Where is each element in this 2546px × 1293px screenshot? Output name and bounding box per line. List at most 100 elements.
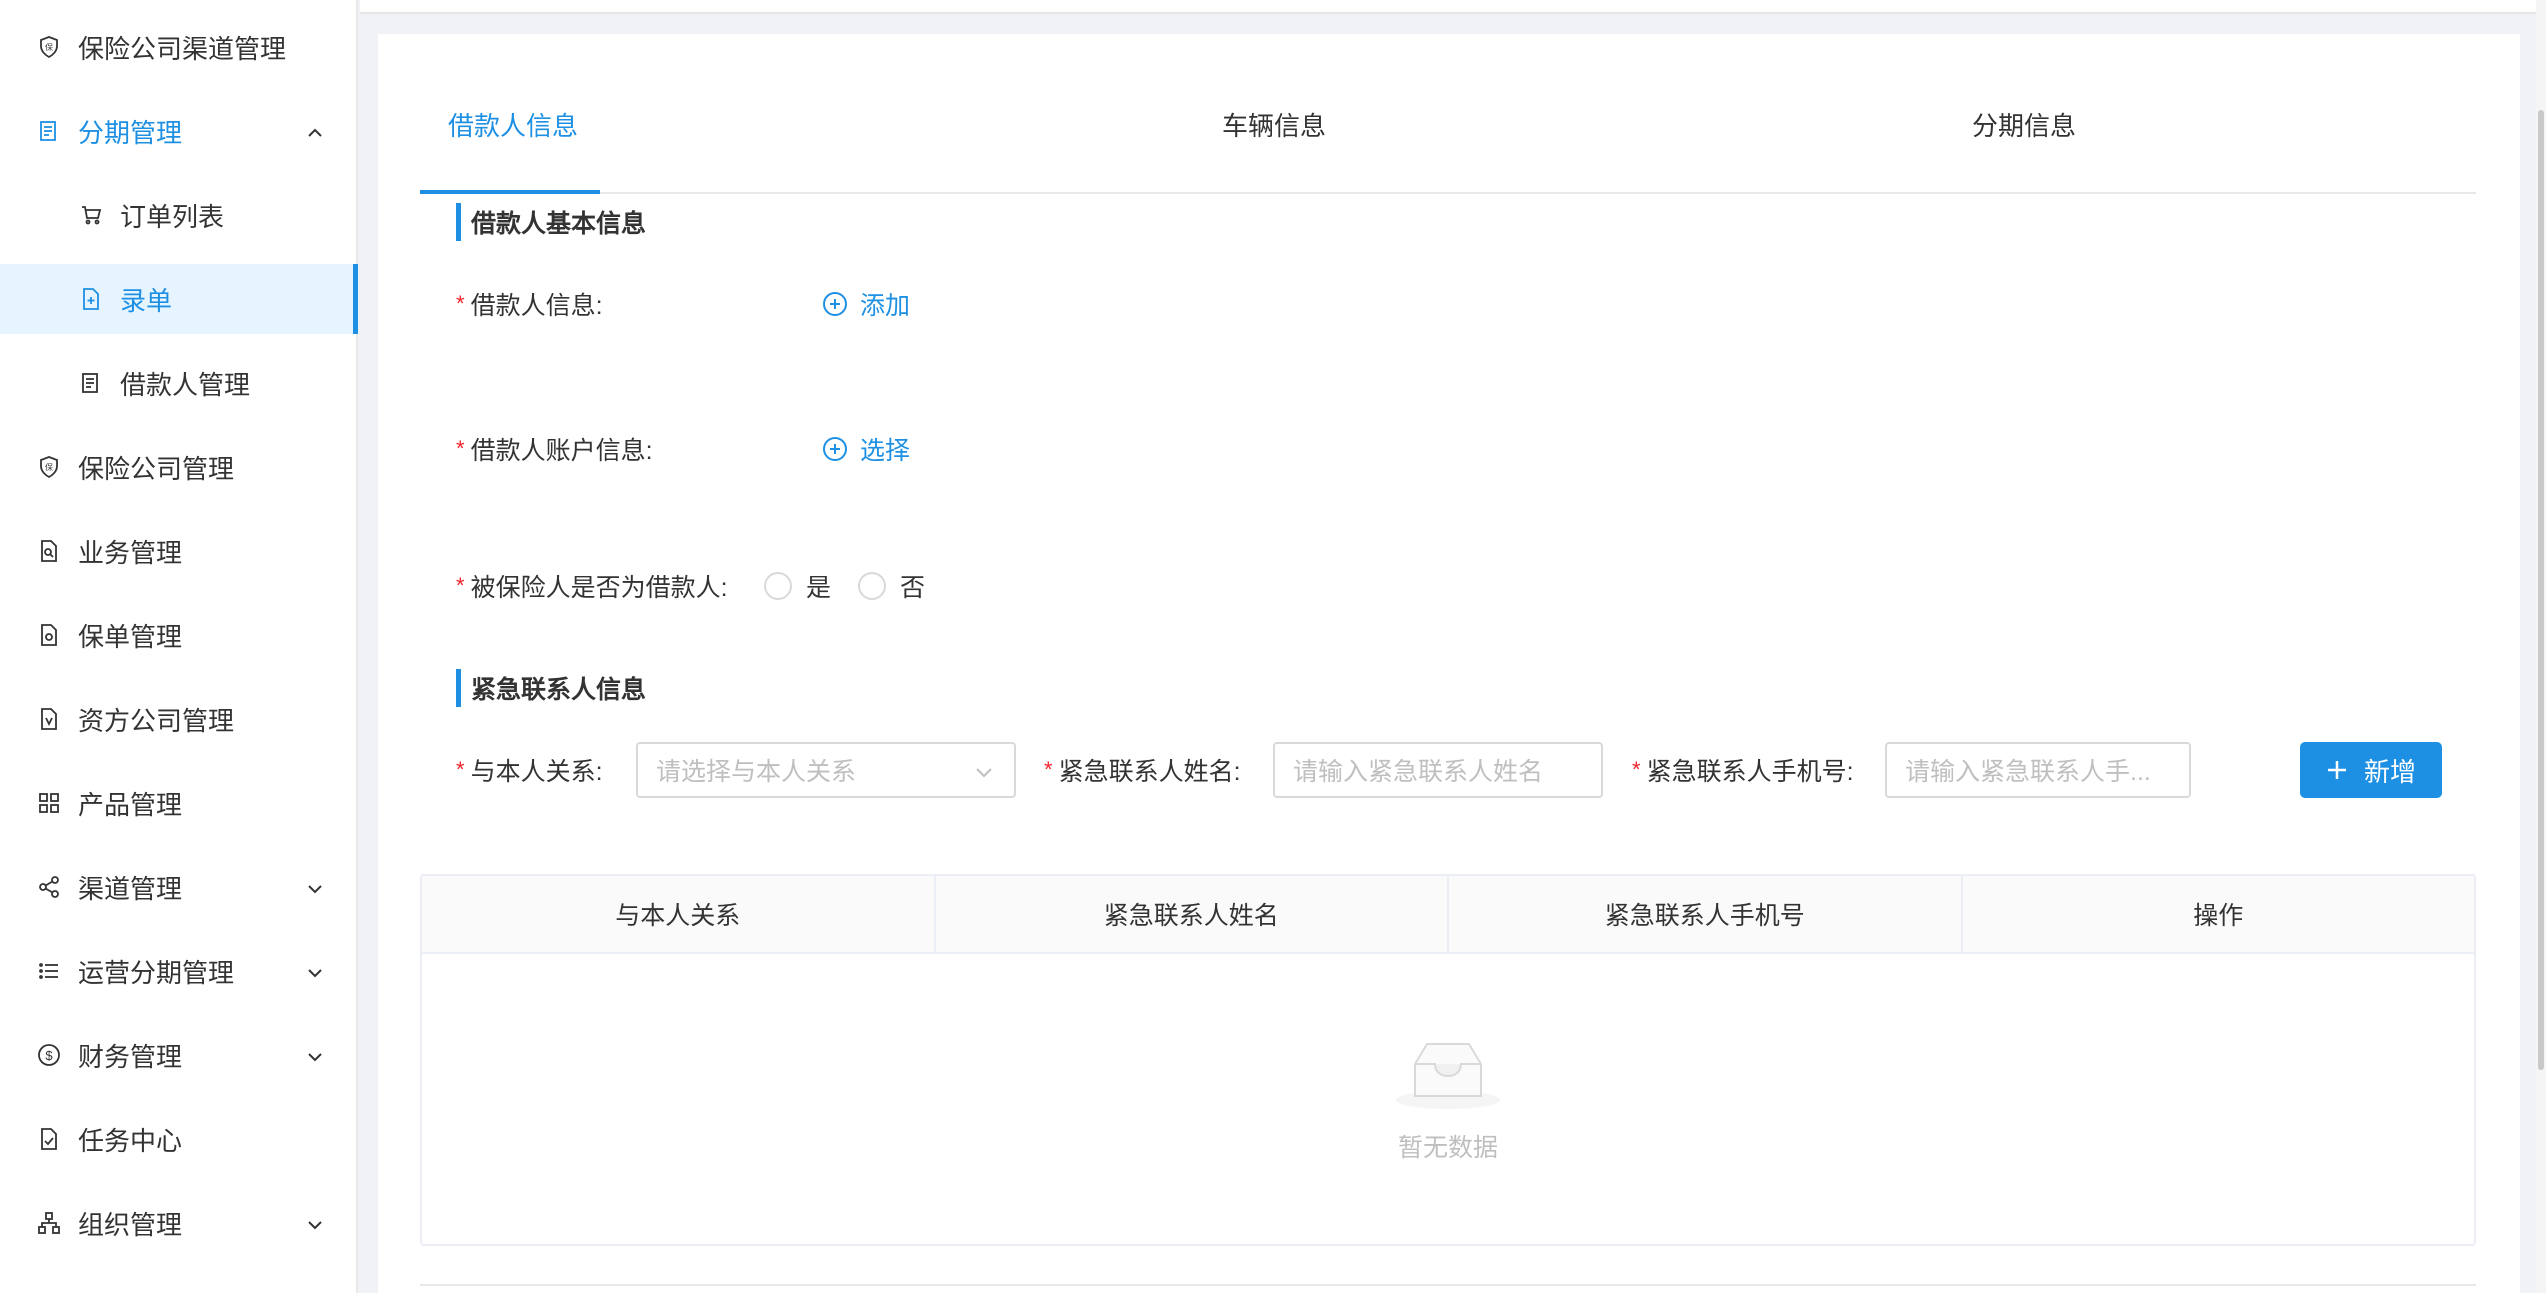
- required-mark: *: [456, 291, 465, 316]
- menu-label: 订单列表: [120, 201, 225, 232]
- chevron-down-icon: [304, 1212, 326, 1234]
- contact-phone-input[interactable]: 请输入紧急联系人手...: [1885, 742, 2191, 798]
- shield-icon: 保: [36, 454, 62, 480]
- input-placeholder: 请输入紧急联系人手...: [1905, 758, 2151, 786]
- menu-item-finance[interactable]: $ 财务管理: [0, 1020, 356, 1090]
- menu-item-task-center[interactable]: 任务中心: [0, 1104, 356, 1174]
- add-contact-button[interactable]: 新增: [2300, 742, 2442, 798]
- input-placeholder: 请输入紧急联系人姓名: [1293, 758, 1544, 786]
- chevron-down-icon: [304, 960, 326, 982]
- menu-item-entry[interactable]: 录单: [0, 264, 358, 334]
- menu-label: 组织管理: [78, 1209, 183, 1240]
- menu-label: 借款人管理: [120, 369, 251, 400]
- org-icon: [36, 1210, 62, 1236]
- tab-vehicle-info[interactable]: 车辆信息: [1222, 94, 1326, 154]
- menu-item-borrower-management[interactable]: 借款人管理: [0, 348, 356, 418]
- menu-label: 财务管理: [78, 1041, 183, 1072]
- menu-item-insurance-company[interactable]: 保 保险公司管理: [0, 432, 356, 502]
- contact-name-label: * 紧急联系人姓名:: [1044, 750, 1241, 790]
- menu-label: 保单管理: [78, 621, 183, 652]
- menu-label: 保险公司渠道管理: [78, 33, 287, 64]
- radio-label: 否: [900, 574, 926, 602]
- radio-yes[interactable]: 是: [764, 566, 831, 606]
- required-mark: *: [1044, 757, 1053, 782]
- svg-text:保: 保: [45, 42, 53, 52]
- file-search-icon: [36, 538, 62, 564]
- required-mark: *: [456, 757, 465, 782]
- menu-item-operation-installment[interactable]: 运营分期管理: [0, 936, 356, 1006]
- file-check-icon: [36, 1126, 62, 1152]
- scrollbar[interactable]: [2536, 0, 2546, 1293]
- plus-icon: [2327, 761, 2346, 779]
- share-icon: [36, 874, 62, 900]
- section-title-emergency-contact: 紧急联系人信息: [456, 669, 646, 707]
- borrower-info-label: * 借款人信息:: [456, 284, 603, 324]
- button-label: 新增: [2363, 756, 2416, 787]
- select-placeholder: 请选择与本人关系: [656, 758, 857, 786]
- select-label: 选择: [860, 437, 911, 465]
- menu-item-product[interactable]: 产品管理: [0, 768, 356, 838]
- cart-icon: [78, 202, 104, 228]
- section-title-borrower: 借款人基本信息: [456, 203, 646, 241]
- column-header-relation: 与本人关系: [422, 876, 936, 952]
- svg-text:保: 保: [45, 462, 53, 472]
- menu-item-organization[interactable]: 组织管理: [0, 1188, 356, 1258]
- emergency-contact-table: 与本人关系 紧急联系人姓名 紧急联系人手机号 操作 暂无数据: [420, 874, 2476, 1246]
- menu-item-policy[interactable]: 保单管理: [0, 600, 356, 670]
- radio-circle[interactable]: [858, 572, 886, 600]
- radio-circle[interactable]: [764, 572, 792, 600]
- menu-item-order-list[interactable]: 订单列表: [0, 180, 356, 250]
- chevron-down-icon: [304, 876, 326, 898]
- document-icon: [78, 370, 104, 396]
- insured-is-borrower-label: * 被保险人是否为借款人:: [456, 566, 728, 606]
- add-label: 添加: [860, 292, 911, 320]
- tab-active-indicator: [420, 190, 600, 194]
- menu-item-installment[interactable]: 分期管理: [0, 96, 356, 166]
- table-header: 与本人关系 紧急联系人姓名 紧急联系人手机号 操作: [422, 876, 2474, 954]
- grid-icon: [36, 790, 62, 816]
- contact-name-input[interactable]: 请输入紧急联系人姓名: [1273, 742, 1603, 798]
- empty-inbox-icon: [1396, 1043, 1500, 1109]
- menu-item-channel[interactable]: 渠道管理: [0, 852, 356, 922]
- file-add-icon: [78, 286, 104, 312]
- label-text: 紧急联系人姓名:: [1058, 758, 1241, 786]
- label-text: 紧急联系人手机号:: [1646, 758, 1854, 786]
- add-borrower-button[interactable]: 添加: [822, 284, 910, 324]
- menu-item-funder-company[interactable]: 资方公司管理: [0, 684, 356, 754]
- empty-text: 暂无数据: [1397, 1134, 1498, 1162]
- tab-installment-info[interactable]: 分期信息: [1972, 94, 2076, 154]
- sidebar: 保 保险公司渠道管理 分期管理 订单列表 录单 借款人管理 保 保险公司管理 业…: [0, 0, 358, 1293]
- svg-text:$: $: [45, 1048, 53, 1063]
- borrower-account-label: * 借款人账户信息:: [456, 429, 653, 469]
- relation-select[interactable]: 请选择与本人关系: [636, 742, 1016, 798]
- label-text: 借款人信息:: [470, 292, 603, 320]
- empty-state: 暂无数据: [422, 954, 2474, 1244]
- file-icon: [36, 622, 62, 648]
- radio-label: 是: [806, 574, 832, 602]
- radio-no[interactable]: 否: [858, 566, 925, 606]
- required-mark: *: [1632, 757, 1641, 782]
- main-content: 借款人信息 车辆信息 分期信息 借款人基本信息 * 借款人信息: 添加 * 借款…: [378, 34, 2520, 1293]
- plus-circle-icon: [823, 292, 847, 316]
- scrollbar-thumb[interactable]: [2538, 110, 2544, 1070]
- plus-circle-icon: [823, 437, 847, 461]
- select-account-button[interactable]: 选择: [822, 429, 910, 469]
- menu-label: 保险公司管理: [78, 453, 235, 484]
- relation-label: * 与本人关系:: [456, 750, 603, 790]
- menu-label: 资方公司管理: [78, 705, 235, 736]
- column-header-name: 紧急联系人姓名: [936, 876, 1449, 952]
- menu-item-insurance-channel[interactable]: 保 保险公司渠道管理: [0, 12, 356, 82]
- menu-label: 运营分期管理: [78, 957, 235, 988]
- menu-label: 分期管理: [78, 117, 183, 148]
- chevron-down-icon: [976, 768, 992, 778]
- document-icon: [36, 118, 62, 144]
- label-text: 被保险人是否为借款人:: [470, 574, 728, 602]
- column-header-actions: 操作: [2193, 902, 2244, 930]
- header-bar: [360, 0, 2546, 14]
- menu-item-business[interactable]: 业务管理: [0, 516, 356, 586]
- contact-phone-label: * 紧急联系人手机号:: [1632, 750, 1854, 790]
- tab-borrower-info[interactable]: 借款人信息: [448, 94, 578, 154]
- divider: [420, 1284, 2476, 1286]
- shield-icon: 保: [36, 34, 62, 60]
- chevron-down-icon: [304, 1044, 326, 1066]
